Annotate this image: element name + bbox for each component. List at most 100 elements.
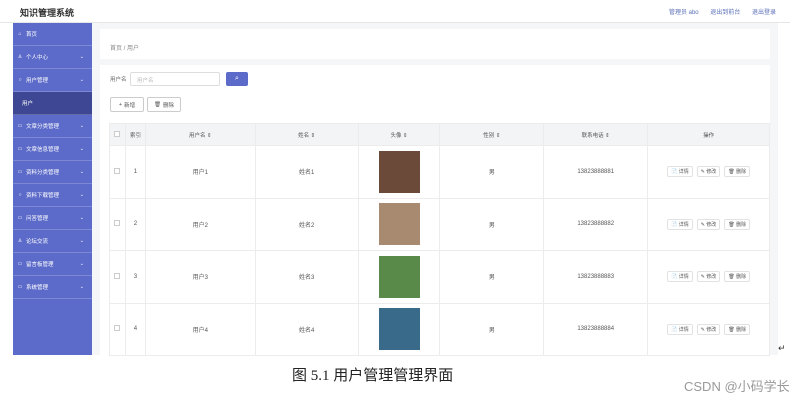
- op-label: 详情: [678, 326, 689, 333]
- sidebar-item-label: 问答管理: [26, 216, 49, 222]
- chevron-down-icon: ⌄: [79, 192, 84, 198]
- phone-cell: 13823888884: [543, 302, 649, 356]
- sidebar-item[interactable]: ▭ 问答管理 ⌄: [13, 207, 92, 230]
- row-delete-button[interactable]: 🗑 删除: [724, 271, 751, 283]
- row-delete-button[interactable]: 🗑 删除: [724, 218, 751, 230]
- ops-cell: 📄 详情 ✎ 修改 🗑 删除: [647, 250, 770, 304]
- sidebar-item[interactable]: ♙ 论坛交流 ⌄: [13, 230, 92, 253]
- watermark: CSDN @小码学长: [684, 379, 790, 394]
- edit-button[interactable]: ✎ 修改: [696, 166, 721, 178]
- menu-icon: ▭: [17, 146, 23, 152]
- table-row: 3 用户3 姓名3 男 13823888883 📄 详情 ✎ 修改 🗑 删除: [109, 250, 770, 304]
- menu-icon: ♙: [17, 54, 23, 60]
- checkbox-cell: [109, 250, 126, 304]
- column-header: [109, 123, 126, 146]
- chevron-down-icon: ⌄: [79, 261, 84, 267]
- plus-icon: +: [118, 101, 123, 108]
- op-label: 修改: [706, 169, 717, 176]
- column-header[interactable]: 用户名 ⇕: [144, 123, 256, 146]
- pilcrow-mark: ↵: [778, 343, 786, 353]
- avatar: [378, 255, 420, 298]
- logout-link[interactable]: 退出登录: [752, 10, 776, 16]
- top-links: 管理员 abo 退出到前台 退出登录: [659, 7, 776, 16]
- column-header[interactable]: 联系电话 ⇕: [543, 123, 649, 146]
- detail-button[interactable]: 📄 详情: [667, 166, 693, 178]
- row-checkbox[interactable]: [114, 272, 121, 279]
- detail-button[interactable]: 📄 详情: [667, 323, 693, 335]
- sidebar-item[interactable]: ○ 资料下载管理 ⌄: [13, 184, 92, 207]
- checkbox-cell: [109, 302, 126, 356]
- menu-icon: ○: [18, 77, 22, 83]
- search-icon: ⌕: [235, 75, 239, 82]
- sidebar-item[interactable]: ⌂ 首页: [13, 23, 92, 46]
- chevron-down-icon: ⌄: [79, 169, 84, 175]
- user-table: 索引 用户名 ⇕ 姓名 ⇕ 头像 ⇕ 性别 ⇕ 联系电话 ⇕ 操作 1 用户1 姓名1 男 1382…: [109, 123, 770, 356]
- sidebar-item[interactable]: ▭ 留言板管理 ⌄: [13, 253, 92, 276]
- row-checkbox[interactable]: [114, 167, 121, 174]
- sidebar-item-label: 个人中心: [26, 55, 49, 61]
- column-header[interactable]: 头像 ⇕: [357, 123, 441, 146]
- detail-button[interactable]: 📄 详情: [667, 218, 693, 230]
- op-label: 删除: [736, 169, 747, 176]
- edit-button[interactable]: ✎ 修改: [696, 323, 721, 335]
- sidebar-item-label: 文章分类管理: [26, 124, 60, 130]
- table-row: 4 用户4 姓名4 男 13823888884 📄 详情 ✎ 修改 🗑 删除: [109, 302, 770, 356]
- sidebar-item-label: 文章信息管理: [26, 147, 60, 153]
- chevron-down-icon: ⌄: [79, 123, 84, 129]
- sidebar-item[interactable]: ▭ 文章信息管理 ⌄: [13, 138, 92, 161]
- phone-cell: 13823888882: [543, 197, 649, 251]
- gender-cell: 男: [439, 302, 545, 356]
- add-button[interactable]: + 新增: [110, 97, 144, 112]
- back-to-front-link[interactable]: 退出到前台: [710, 10, 740, 16]
- edit-button[interactable]: ✎ 修改: [696, 218, 721, 230]
- avatar-cell: [357, 197, 441, 251]
- column-header[interactable]: 姓名 ⇕: [254, 123, 359, 146]
- row-checkbox[interactable]: [114, 220, 121, 227]
- avatar: [378, 150, 420, 193]
- menu-icon: ⌂: [18, 31, 22, 37]
- row-checkbox[interactable]: [114, 325, 121, 332]
- edit-button[interactable]: ✎ 修改: [696, 271, 721, 283]
- index-cell: 2: [124, 197, 146, 251]
- breadcrumb: 首页 / 用户: [100, 29, 770, 59]
- checkbox-cell: [109, 197, 126, 251]
- phone-cell: 13823888883: [543, 250, 649, 304]
- ops-cell: 📄 详情 ✎ 修改 🗑 删除: [647, 145, 770, 199]
- search-input[interactable]: 用户名: [130, 72, 220, 86]
- sidebar-item[interactable]: ▭ 文章分类管理 ⌄: [13, 115, 92, 138]
- sidebar-item[interactable]: ○ 用户管理 ⌄: [13, 69, 92, 92]
- chevron-down-icon: ⌄: [79, 77, 84, 83]
- sidebar-item-label: 资料分类管理: [26, 170, 60, 176]
- menu-icon: ▭: [17, 169, 23, 175]
- op-label: 详情: [678, 221, 689, 228]
- sidebar-item[interactable]: ♙ 个人中心 ⌄: [13, 46, 92, 69]
- column-header[interactable]: 性别 ⇕: [439, 123, 545, 146]
- chevron-down-icon: ⌄: [79, 284, 84, 290]
- row-delete-button[interactable]: 🗑 删除: [724, 323, 751, 335]
- sidebar-item[interactable]: 用户: [13, 92, 92, 115]
- row-delete-button[interactable]: 🗑 删除: [724, 166, 751, 178]
- name-cell: 姓名4: [254, 302, 359, 356]
- trash-icon: 🗑: [154, 101, 161, 108]
- avatar-cell: [357, 145, 441, 199]
- chevron-down-icon: ⌄: [79, 146, 84, 152]
- main-area: 首页 / 用户 用户名 用户名 ⌕ + 新增 🗑 删除 索引 用户名 ⇕ 姓名 ⇕ 头像 …: [92, 23, 778, 356]
- avatar-cell: [357, 302, 441, 356]
- gender-cell: 男: [439, 197, 545, 251]
- select-all-checkbox[interactable]: [114, 130, 121, 137]
- search-button[interactable]: ⌕: [226, 72, 248, 86]
- menu-icon: ▭: [17, 284, 23, 290]
- table-header: 索引 用户名 ⇕ 姓名 ⇕ 头像 ⇕ 性别 ⇕ 联系电话 ⇕ 操作: [109, 123, 770, 146]
- delete-button[interactable]: 🗑 删除: [147, 97, 181, 112]
- column-header: 索引: [124, 123, 146, 146]
- name-cell: 姓名3: [254, 250, 359, 304]
- menu-icon: ▭: [17, 215, 23, 221]
- sidebar-item[interactable]: ▭ 资料分类管理 ⌄: [13, 161, 92, 184]
- username-cell: 用户1: [144, 145, 256, 199]
- menu-icon: ▭: [17, 261, 23, 267]
- detail-button[interactable]: 📄 详情: [667, 271, 693, 283]
- admin-name[interactable]: 管理员 abo: [669, 10, 699, 16]
- top-bar: 知识管理系统 管理员 abo 退出到前台 退出登录: [0, 0, 790, 23]
- sidebar-item[interactable]: ▭ 系统管理 ⌄: [13, 276, 92, 299]
- username-cell: 用户4: [144, 302, 256, 356]
